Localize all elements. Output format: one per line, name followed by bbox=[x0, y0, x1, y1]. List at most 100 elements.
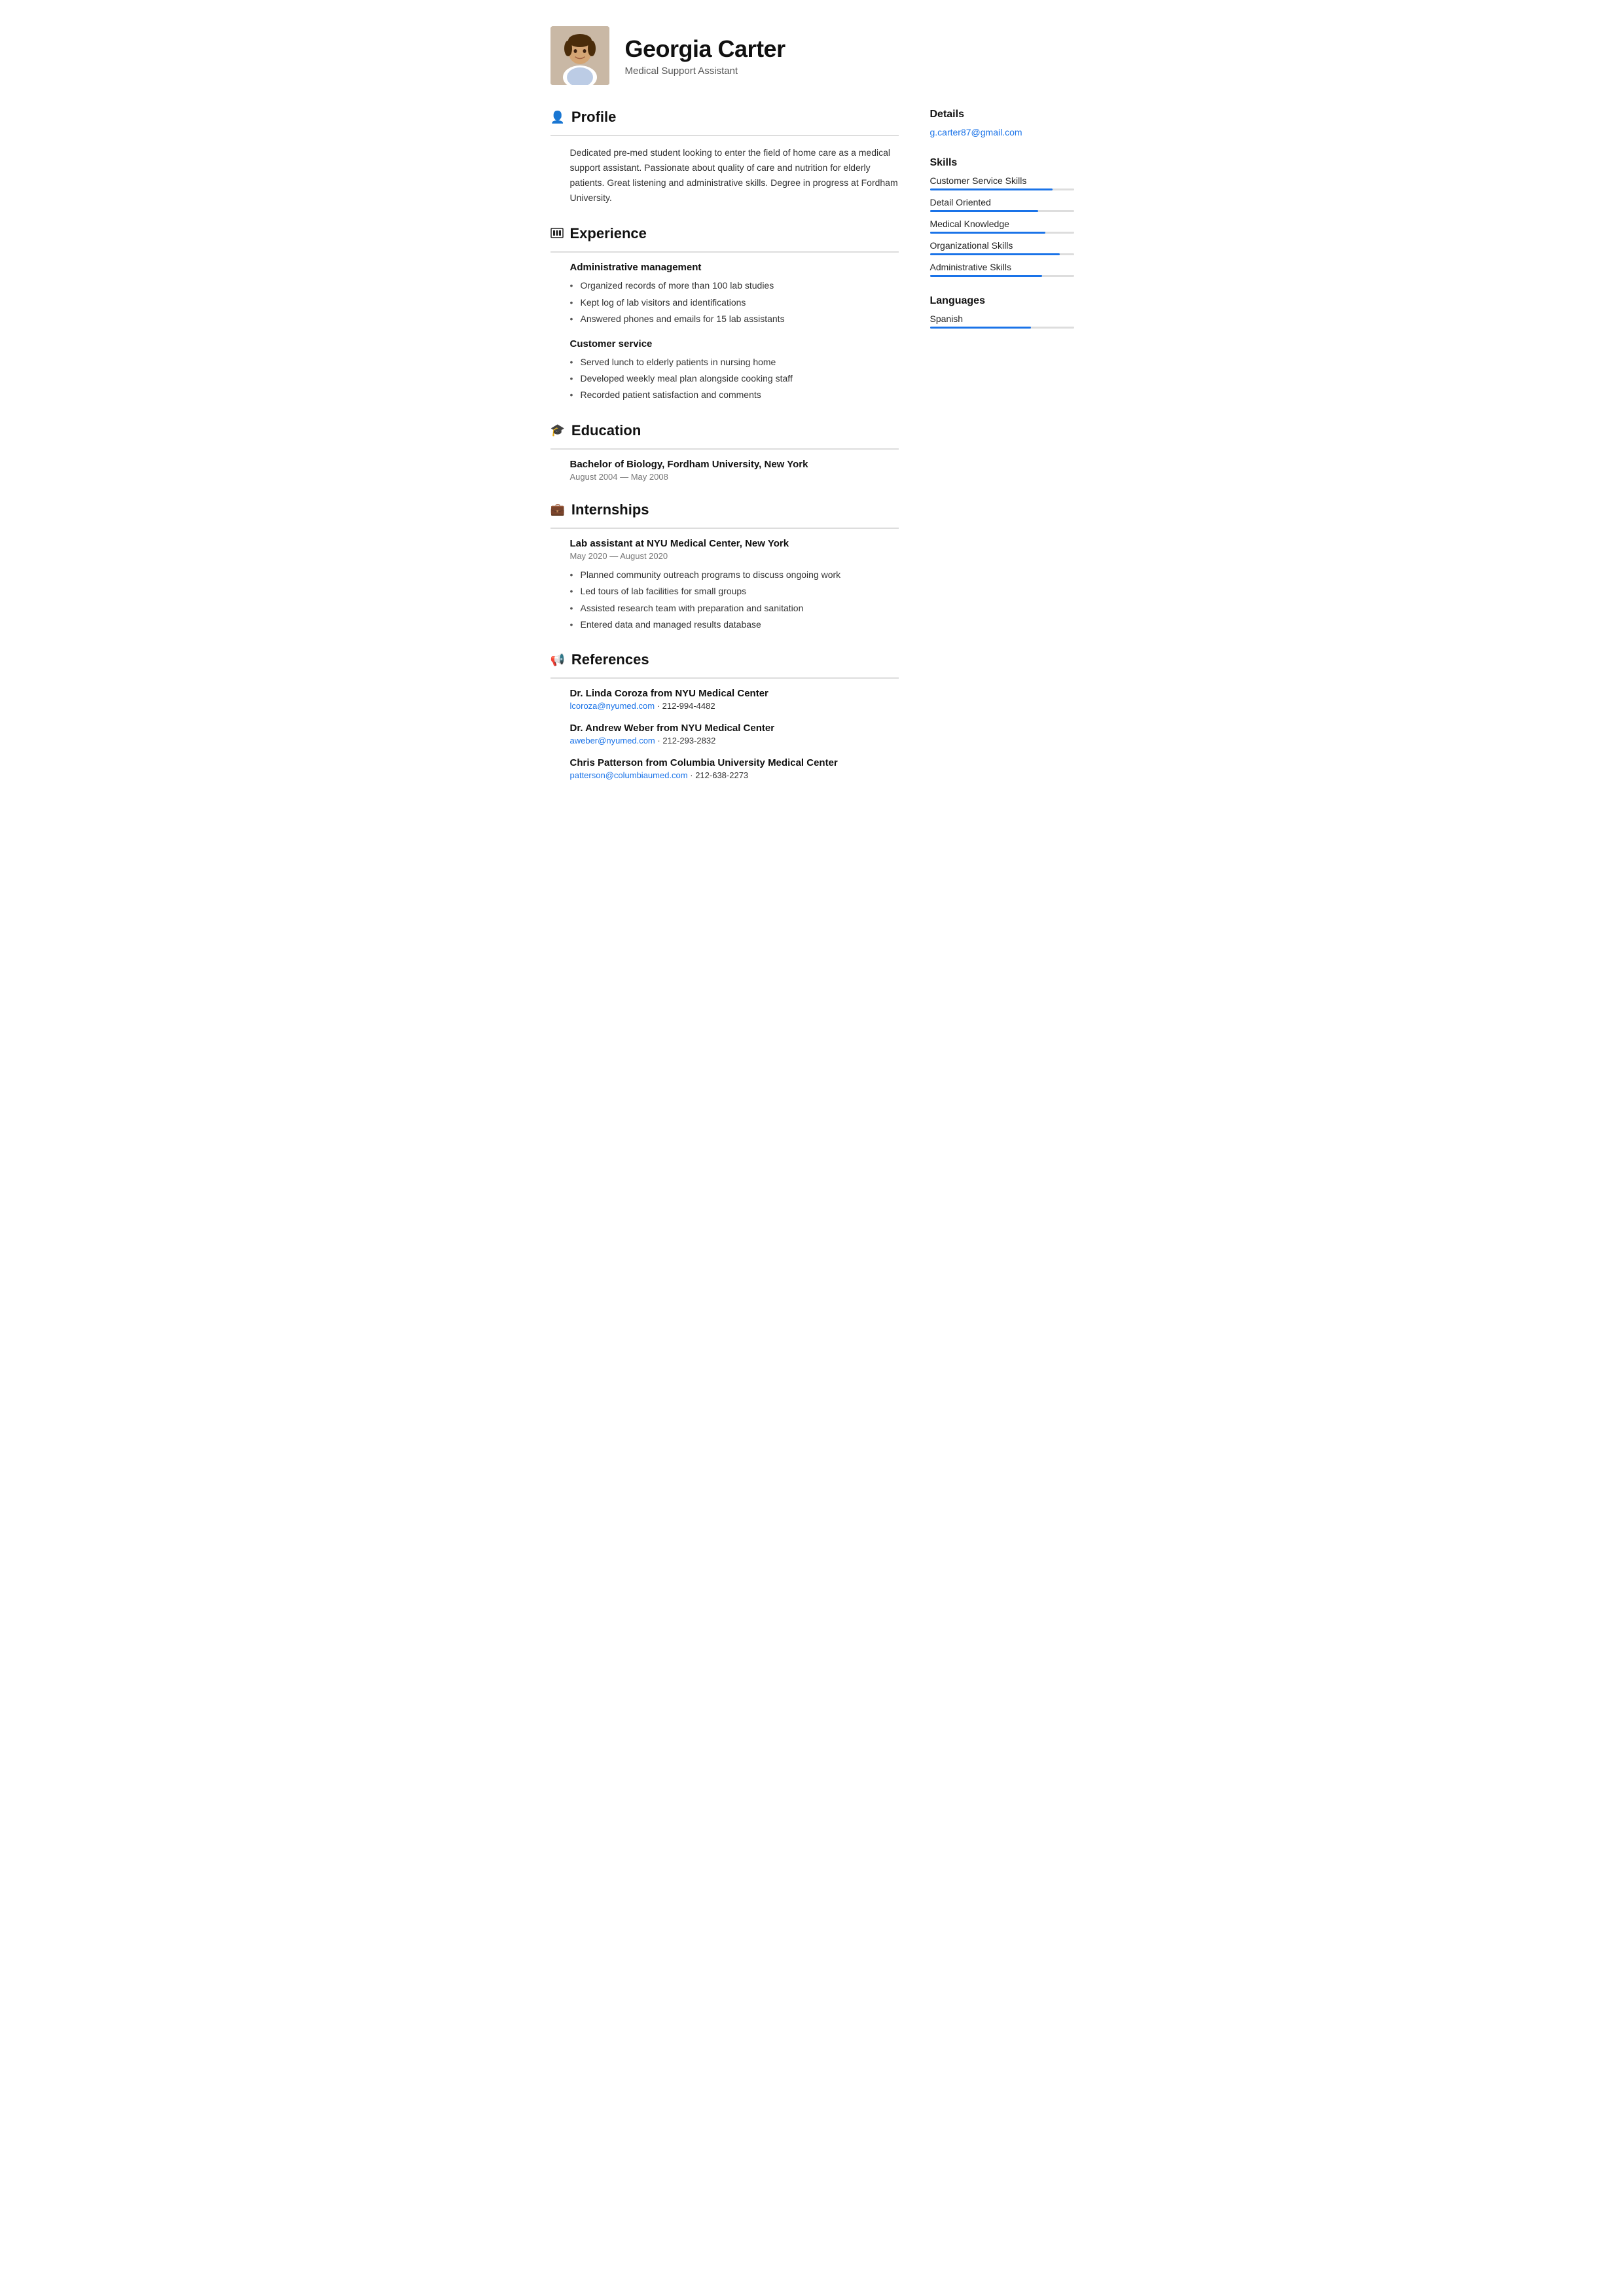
experience-admin-title: Administrative management bbox=[570, 262, 899, 273]
candidate-name: Georgia Carter bbox=[625, 35, 785, 63]
skill-bar-container-1 bbox=[930, 188, 1074, 190]
skill-name-4: Organizational Skills bbox=[930, 240, 1074, 251]
education-icon: 🎓 bbox=[550, 423, 565, 437]
skill-item-5: Administrative Skills bbox=[930, 262, 1074, 277]
internships-icon: 💼 bbox=[550, 503, 565, 516]
internship-bullets: Planned community outreach programs to d… bbox=[570, 567, 899, 632]
language-item-1: Spanish bbox=[930, 314, 1074, 329]
exp-customer-bullet-2: Developed weekly meal plan alongside coo… bbox=[570, 371, 899, 386]
internship-role: Lab assistant at NYU Medical Center, New… bbox=[570, 538, 899, 549]
profile-header: 👤 Profile bbox=[550, 109, 899, 126]
reference-2-contact: aweber@nyumed.com · 212-293-2832 bbox=[570, 736, 899, 745]
references-icon: 📢 bbox=[550, 653, 565, 667]
languages-title: Languages bbox=[930, 295, 1074, 307]
experience-item-admin: Administrative management Organized reco… bbox=[550, 262, 899, 326]
experience-admin-list: Organized records of more than 100 lab s… bbox=[570, 278, 899, 326]
skill-name-3: Medical Knowledge bbox=[930, 219, 1074, 229]
skill-bar-1 bbox=[930, 188, 1053, 190]
skill-item-2: Detail Oriented bbox=[930, 197, 1074, 212]
experience-item-customer: Customer service Served lunch to elderly… bbox=[550, 338, 899, 403]
education-dates: August 2004 — May 2008 bbox=[570, 472, 899, 482]
reference-1-email[interactable]: lcoroza@nyumed.com bbox=[570, 701, 655, 711]
skill-item-4: Organizational Skills bbox=[930, 240, 1074, 255]
profile-divider bbox=[550, 135, 899, 136]
skill-name-2: Detail Oriented bbox=[930, 197, 1074, 207]
education-section: 🎓 Education Bachelor of Biology, Fordham… bbox=[550, 422, 899, 482]
reference-3-phone: 212-638-2273 bbox=[695, 770, 748, 780]
internships-header: 💼 Internships bbox=[550, 501, 899, 518]
exp-customer-bullet-3: Recorded patient satisfaction and commen… bbox=[570, 387, 899, 402]
internship-bullet-4: Entered data and managed results databas… bbox=[570, 617, 899, 632]
exp-admin-bullet-1: Organized records of more than 100 lab s… bbox=[570, 278, 899, 293]
skill-name-1: Customer Service Skills bbox=[930, 175, 1074, 186]
left-column: 👤 Profile Dedicated pre-med student look… bbox=[550, 109, 899, 800]
reference-3-name: Chris Patterson from Columbia University… bbox=[570, 757, 899, 768]
reference-1-name: Dr. Linda Coroza from NYU Medical Center bbox=[570, 688, 899, 699]
education-item: Bachelor of Biology, Fordham University,… bbox=[550, 459, 899, 482]
experience-customer-list: Served lunch to elderly patients in nurs… bbox=[570, 355, 899, 403]
reference-3-contact: patterson@columbiaumed.com · 212-638-227… bbox=[570, 770, 899, 780]
language-bar-1 bbox=[930, 327, 1031, 329]
experience-divider bbox=[550, 251, 899, 253]
candidate-title: Medical Support Assistant bbox=[625, 65, 785, 77]
details-email[interactable]: g.carter87@gmail.com bbox=[930, 127, 1022, 137]
header-info: Georgia Carter Medical Support Assistant bbox=[625, 35, 785, 77]
reference-1-phone: 212-994-4482 bbox=[662, 701, 715, 711]
skill-bar-container-4 bbox=[930, 253, 1074, 255]
resume-header: Georgia Carter Medical Support Assistant bbox=[550, 26, 1074, 85]
experience-customer-title: Customer service bbox=[570, 338, 899, 350]
skill-name-5: Administrative Skills bbox=[930, 262, 1074, 272]
reference-3-separator: · bbox=[690, 770, 695, 780]
reference-item-1: Dr. Linda Coroza from NYU Medical Center… bbox=[550, 688, 899, 711]
reference-2-phone: 212-293-2832 bbox=[662, 736, 715, 745]
experience-title: Experience bbox=[570, 225, 647, 242]
languages-section: Languages Spanish bbox=[930, 295, 1074, 329]
references-section: 📢 References Dr. Linda Coroza from NYU M… bbox=[550, 651, 899, 780]
profile-title: Profile bbox=[571, 109, 616, 126]
skill-bar-container-3 bbox=[930, 232, 1074, 234]
internship-bullet-3: Assisted research team with preparation … bbox=[570, 601, 899, 615]
reference-1-separator: · bbox=[657, 701, 662, 711]
reference-2-name: Dr. Andrew Weber from NYU Medical Center bbox=[570, 723, 899, 734]
right-column: Details g.carter87@gmail.com Skills Cust… bbox=[930, 109, 1074, 800]
details-section: Details g.carter87@gmail.com bbox=[930, 109, 1074, 139]
main-layout: 👤 Profile Dedicated pre-med student look… bbox=[550, 109, 1074, 800]
internships-divider bbox=[550, 528, 899, 529]
references-divider bbox=[550, 677, 899, 679]
experience-section: Experience Administrative management Org… bbox=[550, 225, 899, 402]
internships-title: Internships bbox=[571, 501, 649, 518]
profile-section: 👤 Profile Dedicated pre-med student look… bbox=[550, 109, 899, 206]
internship-bullet-2: Led tours of lab facilities for small gr… bbox=[570, 584, 899, 598]
language-bar-container-1 bbox=[930, 327, 1074, 329]
exp-admin-bullet-2: Kept log of lab visitors and identificat… bbox=[570, 295, 899, 310]
details-title: Details bbox=[930, 109, 1074, 120]
internships-section: 💼 Internships Lab assistant at NYU Medic… bbox=[550, 501, 899, 632]
experience-icon bbox=[550, 226, 564, 242]
profile-icon: 👤 bbox=[550, 111, 565, 124]
profile-text: Dedicated pre-med student looking to ent… bbox=[550, 145, 899, 206]
references-title: References bbox=[571, 651, 649, 668]
skill-bar-container-5 bbox=[930, 275, 1074, 277]
exp-customer-bullet-1: Served lunch to elderly patients in nurs… bbox=[570, 355, 899, 369]
language-name-1: Spanish bbox=[930, 314, 1074, 324]
reference-item-2: Dr. Andrew Weber from NYU Medical Center… bbox=[550, 723, 899, 745]
reference-1-contact: lcoroza@nyumed.com · 212-994-4482 bbox=[570, 701, 899, 711]
exp-admin-bullet-3: Answered phones and emails for 15 lab as… bbox=[570, 312, 899, 326]
skill-bar-3 bbox=[930, 232, 1045, 234]
skill-item-3: Medical Knowledge bbox=[930, 219, 1074, 234]
reference-2-email[interactable]: aweber@nyumed.com bbox=[570, 736, 655, 745]
avatar bbox=[550, 26, 609, 85]
references-header: 📢 References bbox=[550, 651, 899, 668]
skills-title: Skills bbox=[930, 157, 1074, 169]
skills-section: Skills Customer Service Skills Detail Or… bbox=[930, 157, 1074, 277]
education-title: Education bbox=[571, 422, 641, 439]
reference-3-email[interactable]: patterson@columbiaumed.com bbox=[570, 770, 688, 780]
internship-bullet-1: Planned community outreach programs to d… bbox=[570, 567, 899, 582]
skill-bar-2 bbox=[930, 210, 1038, 212]
education-divider bbox=[550, 448, 899, 450]
education-header: 🎓 Education bbox=[550, 422, 899, 439]
skill-bar-5 bbox=[930, 275, 1043, 277]
skill-item-1: Customer Service Skills bbox=[930, 175, 1074, 190]
internship-item: Lab assistant at NYU Medical Center, New… bbox=[550, 538, 899, 632]
reference-item-3: Chris Patterson from Columbia University… bbox=[550, 757, 899, 780]
